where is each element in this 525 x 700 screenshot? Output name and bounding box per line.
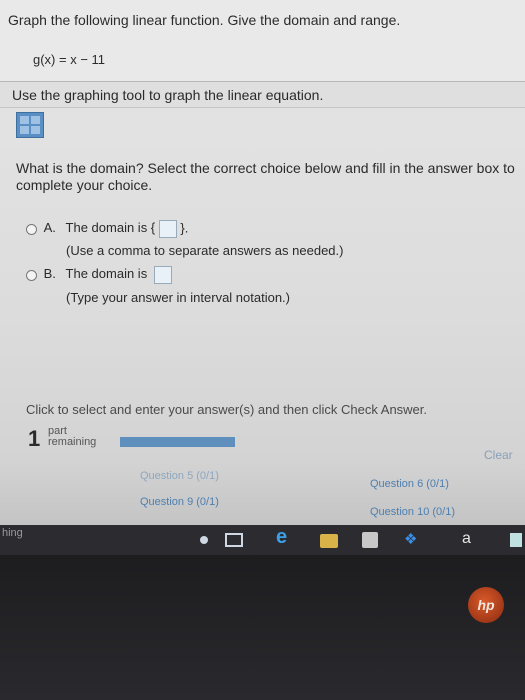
question-link[interactable]: Question 5 (0/1) [140, 470, 219, 482]
graph-tool-cell [20, 126, 29, 134]
graph-tool-cell [31, 116, 40, 124]
task-view-icon[interactable] [225, 533, 243, 547]
graph-tool-cell [31, 126, 40, 134]
parts-label: part remaining [48, 426, 96, 448]
graph-tool-icon[interactable] [16, 112, 44, 138]
microphone-icon[interactable] [200, 536, 208, 544]
choice-a[interactable]: A. The domain is { }. [26, 220, 188, 238]
question-title: Graph the following linear function. Giv… [8, 12, 401, 28]
question-link[interactable]: Question 10 (0/1) [370, 506, 455, 518]
question-header: Graph the following linear function. Giv… [0, 0, 525, 82]
question-function: g(x) = x − 11 [33, 52, 106, 67]
instruction-text: Use the graphing tool to graph the linea… [12, 87, 324, 103]
app-icon[interactable] [510, 533, 522, 547]
progress-bar [120, 437, 235, 447]
graph-tool-cell [20, 116, 29, 124]
store-icon[interactable] [362, 532, 378, 548]
choice-a-hint: (Use a comma to separate answers as need… [66, 243, 344, 258]
parts-count: 1 [28, 426, 41, 451]
question-link[interactable]: Question 6 (0/1) [370, 478, 449, 490]
choice-a-letter: A. [43, 220, 56, 236]
folder-icon[interactable] [320, 534, 338, 548]
choice-a-text-after: }. [180, 220, 189, 236]
domain-answer-box-a[interactable] [158, 220, 177, 238]
choice-b-text: The domain is [65, 266, 148, 282]
screen: Graph the following linear function. Giv… [0, 0, 525, 525]
taskbar-label: hing [2, 527, 23, 539]
laptop-bezel: hp [0, 555, 525, 700]
taskbar: hing e ❖ a [0, 525, 525, 555]
clear-button[interactable]: Clear [484, 448, 513, 462]
parts-label-line2: remaining [48, 436, 97, 448]
domain-question: What is the domain? Select the correct c… [16, 160, 515, 193]
hp-logo: hp [468, 587, 504, 623]
choice-a-text: The domain is { [65, 220, 156, 236]
radio-b[interactable] [26, 269, 37, 281]
choice-b-letter: B. [43, 266, 56, 282]
domain-answer-box-b[interactable] [153, 266, 172, 284]
edge-icon[interactable]: e [276, 527, 287, 547]
app-a-icon[interactable]: a [462, 529, 471, 549]
question-link[interactable]: Question 9 (0/1) [140, 496, 219, 508]
footer-hint: Click to select and enter your answer(s)… [26, 402, 428, 417]
progress-fill [120, 437, 235, 447]
instruction-bar: Use the graphing tool to graph the linea… [0, 82, 525, 108]
radio-a[interactable] [26, 223, 37, 235]
choice-b-hint: (Type your answer in interval notation.) [66, 290, 290, 305]
choice-b[interactable]: B. The domain is [26, 266, 172, 284]
question-nav: Question 5 (0/1) Question 9 (0/1) Questi… [0, 462, 525, 525]
dropbox-icon[interactable]: ❖ [404, 530, 417, 550]
